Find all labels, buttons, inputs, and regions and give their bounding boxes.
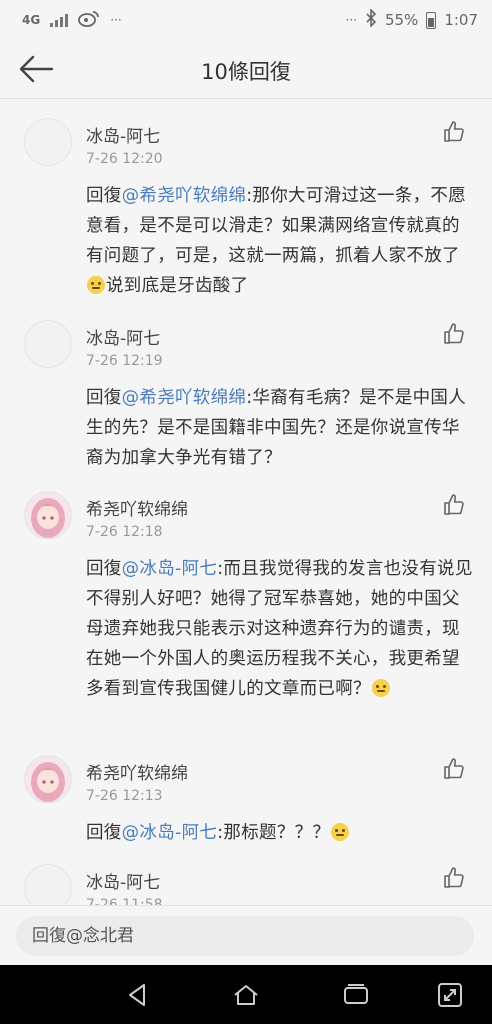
mention-link[interactable]: @冰岛-阿七 — [122, 559, 218, 579]
status-bar: 4G ··· ··· 55% 1:07 — [0, 0, 492, 40]
mention-link[interactable]: @希尧吖软绵绵 — [122, 388, 247, 408]
page-title: 10條回復 — [201, 60, 291, 84]
reply-content[interactable]: 回復@希尧吖软绵绵:华裔有毛病？是不是中国人生的先？是不是国籍非中国先？还是你说… — [86, 383, 476, 473]
reply-time: 7-26 12:19 — [86, 353, 163, 369]
top-bar: 10條回復 — [0, 40, 492, 99]
reply-input[interactable] — [16, 916, 474, 956]
thumbs-up-icon[interactable] — [442, 322, 466, 346]
reply-content[interactable]: 回復@希尧吖软绵绵:那你大可滑过这一条，不愿意看，是不是可以滑走？如果满网络宣传… — [86, 181, 476, 301]
avatar[interactable] — [24, 491, 72, 539]
weibo-icon — [78, 9, 100, 31]
clock: 1:07 — [444, 11, 478, 29]
reply-item: 希尧吖软绵绵 7-26 12:18 回復@冰岛-阿七:而且我觉得我的发言也没有说… — [0, 491, 492, 741]
battery-percent: 55% — [384, 11, 419, 29]
reply-prefix: 回復 — [86, 388, 122, 408]
more-status-icon: ··· — [345, 13, 357, 27]
nav-back-icon[interactable] — [124, 981, 152, 1009]
username[interactable]: 冰岛-阿七 — [86, 324, 160, 349]
username[interactable]: 希尧吖软绵绵 — [86, 495, 188, 520]
reply-item: 冰岛-阿七 7-26 11:58 — [0, 864, 492, 905]
reply-item: 希尧吖软绵绵 7-26 12:13 回復@冰岛-阿七:那标题？？？ — [0, 755, 492, 865]
bluetooth-icon — [365, 8, 377, 31]
reply-item: 冰岛-阿七 7-26 12:19 回復@希尧吖软绵绵:华裔有毛病？是不是中国人生… — [0, 320, 492, 490]
reply-text: :那标题？？？ — [217, 823, 331, 843]
mention-link[interactable]: @希尧吖软绵绵 — [122, 186, 247, 206]
reply-time: 7-26 12:13 — [86, 788, 163, 804]
reply-content[interactable]: 回復@冰岛-阿七:而且我觉得我的发言也没有说见不得别人好吧？她得了冠军恭喜她，她… — [86, 554, 476, 704]
nav-expand-icon[interactable] — [436, 981, 464, 1009]
avatar[interactable] — [24, 320, 72, 368]
thumbs-up-icon[interactable] — [442, 493, 466, 517]
network-type-label: 4G — [22, 13, 41, 27]
thumbs-up-icon[interactable] — [442, 866, 466, 890]
thumbs-up-icon[interactable] — [442, 120, 466, 144]
smirk-emoji-icon — [331, 823, 350, 841]
reply-time: 7-26 12:20 — [86, 151, 163, 167]
reply-time: 7-26 11:58 — [86, 897, 163, 905]
reply-content[interactable]: 回復@冰岛-阿七:那标题？？？ — [86, 818, 476, 848]
username[interactable]: 希尧吖软绵绵 — [86, 759, 188, 784]
reply-prefix: 回復 — [86, 559, 122, 579]
battery-icon — [426, 11, 437, 29]
nav-recents-icon[interactable] — [342, 981, 370, 1009]
system-nav-bar — [0, 965, 492, 1024]
nav-home-icon[interactable] — [232, 981, 260, 1009]
reply-time: 7-26 12:18 — [86, 524, 163, 540]
reply-text: :而且我觉得我的发言也没有说见不得别人好吧？她得了冠军恭喜她，她的中国父母遗弃她… — [86, 559, 473, 699]
mention-link[interactable]: @冰岛-阿七 — [122, 823, 218, 843]
reply-text-tail: 说到底是牙齿酸了 — [106, 276, 249, 296]
smile-emoji-icon — [371, 679, 390, 697]
avatar[interactable] — [24, 864, 72, 905]
avatar[interactable] — [24, 755, 72, 803]
reply-list[interactable]: 冰岛-阿七 7-26 12:20 回復@希尧吖软绵绵:那你大可滑过这一条，不愿意… — [0, 99, 492, 905]
anime-girl-avatar-icon — [25, 756, 71, 802]
signal-icon — [50, 13, 69, 27]
reply-item: 冰岛-阿七 7-26 12:20 回復@希尧吖软绵绵:那你大可滑过这一条，不愿意… — [0, 118, 492, 328]
reply-prefix: 回復 — [86, 823, 122, 843]
more-notifications-icon: ··· — [110, 13, 122, 27]
anime-girl-avatar-icon — [25, 492, 71, 538]
username[interactable]: 冰岛-阿七 — [86, 122, 160, 147]
reply-input-bar — [0, 905, 492, 966]
username[interactable]: 冰岛-阿七 — [86, 868, 160, 893]
avatar[interactable] — [24, 118, 72, 166]
reply-prefix: 回復 — [86, 186, 122, 206]
thumbs-up-icon[interactable] — [442, 757, 466, 781]
smile-emoji-icon — [87, 276, 105, 294]
